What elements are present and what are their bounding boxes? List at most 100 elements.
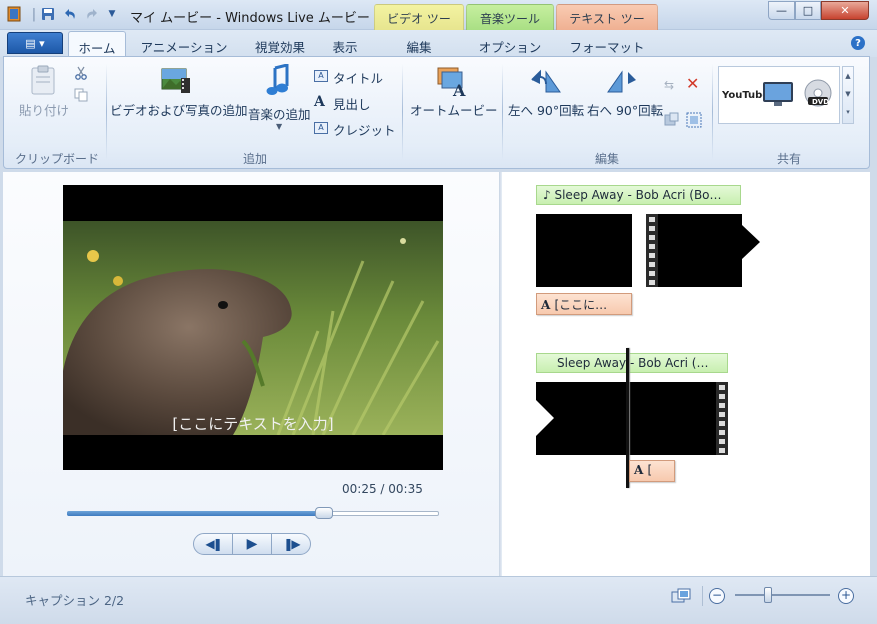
zoom-slider[interactable] xyxy=(735,594,830,596)
caption-clip-1[interactable]: A [ここに… xyxy=(536,293,632,315)
video-clip-3[interactable] xyxy=(536,382,728,455)
video-clip-1[interactable] xyxy=(536,214,632,287)
previous-frame-icon: ◀❚ xyxy=(205,537,222,551)
tab-format[interactable]: フォーマット xyxy=(560,31,654,57)
music-note-icon: ♪ xyxy=(543,188,555,202)
rotate-right-button[interactable] xyxy=(606,66,638,99)
tv-icon xyxy=(763,82,793,106)
move-icon[interactable]: ⇆ xyxy=(664,78,674,92)
zoom-in-button[interactable]: + xyxy=(838,588,854,604)
help-icon[interactable]: ? xyxy=(851,36,865,50)
menu-icon: ▤ ▾ xyxy=(25,36,45,50)
dvd-button[interactable]: DVD xyxy=(803,78,833,111)
group-separator xyxy=(106,64,107,160)
context-tab-text-tools: テキスト ツール xyxy=(556,4,658,43)
rotate-right-label: 右へ 90°回転 xyxy=(587,103,664,118)
add-video-photo-button[interactable] xyxy=(161,66,191,99)
storyboard-view-icon[interactable] xyxy=(671,588,691,609)
youtube-button[interactable]: YouTube xyxy=(722,86,769,104)
marmot-video-frame xyxy=(63,221,443,435)
maximize-button[interactable]: □ xyxy=(795,1,821,20)
app-menu-button[interactable]: ▤ ▾ xyxy=(7,32,63,54)
automovie-icon: A xyxy=(437,67,466,100)
next-frame-icon: ❚▶ xyxy=(283,537,300,551)
add-credits-button[interactable]: クレジット xyxy=(333,120,396,139)
add-title-button[interactable]: タイトル xyxy=(333,68,383,87)
copy-icon[interactable] xyxy=(74,88,88,105)
group-label-add: 追加 xyxy=(242,152,267,166)
title-icon: A xyxy=(314,70,328,82)
dvd-label: DVD xyxy=(812,98,830,106)
play-button[interactable]: ▶ xyxy=(232,533,272,555)
zoom-thumb[interactable] xyxy=(764,587,772,603)
play-icon: ▶ xyxy=(246,536,258,552)
svg-text:A: A xyxy=(452,81,466,98)
caption-icon: A xyxy=(314,94,325,110)
rotate-left-button[interactable] xyxy=(530,66,562,99)
seek-thumb[interactable] xyxy=(315,507,333,519)
tab-view[interactable]: 表示 xyxy=(324,31,366,57)
group-separator xyxy=(402,64,403,160)
paste-label: 貼り付け xyxy=(19,103,70,118)
add-caption-button[interactable]: 見出し xyxy=(333,94,371,113)
save-icon[interactable] xyxy=(40,6,56,22)
context-tab-music-tools: 音楽ツール xyxy=(466,4,554,30)
music-track-2[interactable]: Sleep Away - Bob Acri (… xyxy=(536,353,728,373)
context-tab-video-tools: ビデオ ツール xyxy=(374,4,464,43)
gallery-scroll[interactable]: ▲ ▼ ▾ xyxy=(842,66,854,124)
caption-clip-label: [ここに… xyxy=(554,298,608,312)
caption-counter: キャプション 2/2 xyxy=(25,593,125,608)
previous-frame-button[interactable]: ◀❚ xyxy=(193,533,233,555)
redo-icon[interactable] xyxy=(84,6,100,22)
next-frame-button[interactable]: ❚▶ xyxy=(271,533,311,555)
video-overlay-caption: [ここにテキストを入力] xyxy=(172,415,334,433)
group-label-edit: 編集 xyxy=(594,152,619,166)
add-music-label: 音楽の追加 xyxy=(248,107,311,122)
caption-icon: A xyxy=(541,298,555,312)
tab-options[interactable]: オプション xyxy=(470,31,550,57)
film-app-icon[interactable] xyxy=(6,6,22,22)
add-video-photo-label: ビデオおよび写真の追加 xyxy=(110,103,248,118)
caption-clip-label: [ xyxy=(647,463,653,477)
rotate-right-icon xyxy=(607,70,636,93)
tab-edit[interactable]: 編集 xyxy=(394,31,444,57)
music-track-label: Sleep Away - Bob Acri (Bo… xyxy=(554,188,722,202)
playback-time: 00:25 / 00:35 xyxy=(342,482,423,496)
tv-button[interactable] xyxy=(762,80,794,111)
paste-icon xyxy=(31,65,55,95)
zoom-out-button[interactable]: − xyxy=(709,588,725,604)
transition-notch xyxy=(536,400,554,436)
video-clip-2[interactable] xyxy=(646,214,742,287)
add-music-button[interactable] xyxy=(266,63,292,99)
music-track-1[interactable]: ♪ Sleep Away - Bob Acri (Bo… xyxy=(536,185,741,205)
tab-home[interactable]: ホーム xyxy=(68,31,126,57)
caption-icon: A xyxy=(634,463,648,477)
seek-progress xyxy=(67,511,324,516)
tab-visual-effects[interactable]: 視覚効果 xyxy=(246,31,314,57)
film-strip-icon xyxy=(716,382,728,455)
chevron-down-icon[interactable]: ▼ xyxy=(276,122,282,131)
tab-animation[interactable]: アニメーション xyxy=(134,31,234,57)
select-icon[interactable] xyxy=(664,112,680,131)
cut-icon[interactable] xyxy=(74,66,88,83)
group-label-clipboard: クリップボード xyxy=(14,152,99,166)
pane-splitter[interactable] xyxy=(499,172,502,576)
automovie-button[interactable]: A xyxy=(436,66,470,101)
qat-customize-icon[interactable]: ▼ xyxy=(104,6,120,22)
group-label-share: 共有 xyxy=(776,152,801,166)
music-track-label: Sleep Away - Bob Acri (… xyxy=(557,356,709,370)
credits-icon: A xyxy=(314,122,328,134)
delete-icon[interactable]: ✕ xyxy=(686,74,699,93)
transition-arrow-right xyxy=(742,225,760,259)
rotate-left-label: 左へ 90°回転 xyxy=(508,103,585,118)
paste-button[interactable] xyxy=(28,64,60,99)
video-preview[interactable]: [ここにテキストを入力] xyxy=(63,185,443,470)
music-note-icon xyxy=(266,63,289,95)
rotate-left-icon xyxy=(531,69,561,93)
select-all-icon[interactable] xyxy=(686,112,702,131)
group-separator xyxy=(712,64,713,160)
minimize-button[interactable]: — xyxy=(768,1,795,20)
close-button[interactable]: ✕ xyxy=(821,1,869,20)
caption-clip-2[interactable]: A [ xyxy=(629,460,675,482)
undo-icon[interactable] xyxy=(62,6,78,22)
